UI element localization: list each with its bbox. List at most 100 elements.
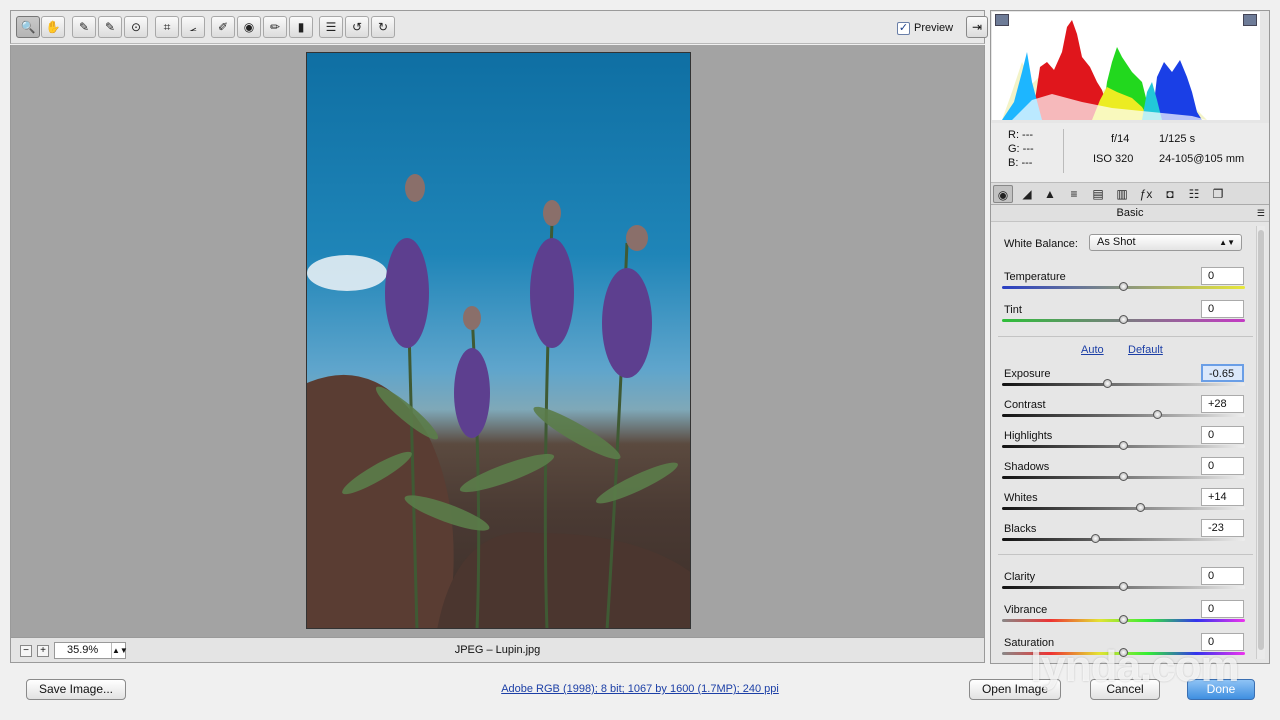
hand-tool[interactable]: ✋ bbox=[41, 16, 65, 38]
highlight-clipping-icon[interactable] bbox=[1243, 14, 1257, 26]
color-sampler-tool-icon: ✎ bbox=[104, 20, 116, 34]
highlights-slider-thumb[interactable] bbox=[1118, 441, 1128, 450]
spot-removal-tool[interactable]: ✐ bbox=[211, 16, 235, 38]
exposure-value-field[interactable]: -0.65 bbox=[1201, 364, 1244, 382]
tint-slider-row: Tint 0 bbox=[991, 300, 1256, 335]
divider-wb bbox=[998, 336, 1253, 337]
default-link[interactable]: Default bbox=[1128, 344, 1163, 356]
blacks-label: Blacks bbox=[1004, 523, 1037, 535]
highlights-label: Highlights bbox=[1004, 430, 1053, 442]
whites-slider-thumb[interactable] bbox=[1135, 503, 1145, 512]
photo-preview bbox=[306, 52, 691, 629]
info-separator bbox=[1063, 129, 1064, 173]
aperture-value: f/14 bbox=[1111, 133, 1130, 145]
exposure-slider-track[interactable] bbox=[1002, 383, 1245, 386]
tab-camera-calibration-icon[interactable]: ◘ bbox=[1160, 185, 1180, 203]
rotate-right-tool[interactable]: ↻ bbox=[371, 16, 395, 38]
contrast-label: Contrast bbox=[1004, 399, 1046, 411]
contrast-slider-track[interactable] bbox=[1002, 414, 1245, 417]
blacks-value-field[interactable]: -23 bbox=[1201, 519, 1244, 537]
shadow-clipping-icon[interactable] bbox=[995, 14, 1009, 26]
vibrance-slider-row: Vibrance 0 bbox=[991, 600, 1256, 635]
clarity-value-field[interactable]: 0 bbox=[1201, 567, 1244, 585]
zoom-tool[interactable]: 🔍 bbox=[16, 16, 40, 38]
clarity-slider-thumb[interactable] bbox=[1118, 582, 1128, 591]
graduated-filter-tool[interactable]: ▮ bbox=[289, 16, 313, 38]
contrast-value-field[interactable]: +28 bbox=[1201, 395, 1244, 413]
status-bar: − + 35.9% ▲▼ JPEG – Lupin.jpg bbox=[10, 637, 985, 663]
tab-hsl-icon[interactable]: ≡ bbox=[1064, 185, 1084, 203]
tint-slider-thumb[interactable] bbox=[1118, 315, 1128, 324]
panel-scrollbar[interactable] bbox=[1256, 226, 1265, 659]
highlights-value-field[interactable]: 0 bbox=[1201, 426, 1244, 444]
vibrance-value-field[interactable]: 0 bbox=[1201, 600, 1244, 618]
vibrance-slider-thumb[interactable] bbox=[1118, 615, 1128, 624]
white-balance-value: As Shot bbox=[1097, 236, 1136, 248]
shadows-value-field[interactable]: 0 bbox=[1201, 457, 1244, 475]
graduated-filter-tool-icon: ▮ bbox=[297, 20, 305, 34]
tab-snapshots-icon[interactable]: ❐ bbox=[1208, 185, 1228, 203]
rgb-r-readout: R: --- bbox=[1008, 129, 1034, 141]
whites-slider-track[interactable] bbox=[1002, 507, 1245, 510]
vibrance-label: Vibrance bbox=[1004, 604, 1048, 616]
red-eye-tool-icon: ◉ bbox=[243, 20, 255, 34]
straighten-tool-icon: ⦟ bbox=[189, 19, 197, 34]
watermark-logo: lynda.com bbox=[1030, 642, 1240, 691]
white-balance-select[interactable]: As Shot ▲▼ bbox=[1089, 234, 1242, 251]
blacks-slider-track[interactable] bbox=[1002, 538, 1245, 541]
preferences-tool[interactable]: ☰ bbox=[319, 16, 343, 38]
targeted-adjustment-tool[interactable]: ⊙ bbox=[124, 16, 148, 38]
blacks-slider-thumb[interactable] bbox=[1090, 534, 1100, 543]
whites-value-field[interactable]: +14 bbox=[1201, 488, 1244, 506]
panel-tabs: ◉ ◢ ▲ ≡ ▤ ▥ ƒx ◘ ☷ ❐ bbox=[991, 183, 1269, 205]
tab-split-toning-icon[interactable]: ▤ bbox=[1088, 185, 1108, 203]
tab-presets-icon[interactable]: ☷ bbox=[1184, 185, 1204, 203]
divider-presence bbox=[998, 554, 1253, 555]
temperature-slider-thumb[interactable] bbox=[1118, 282, 1128, 291]
histogram bbox=[992, 12, 1260, 120]
tab-detail-icon[interactable]: ▲ bbox=[1040, 185, 1060, 203]
clarity-slider-row: Clarity 0 bbox=[991, 567, 1256, 602]
contrast-slider-thumb[interactable] bbox=[1152, 410, 1162, 419]
red-eye-tool[interactable]: ◉ bbox=[237, 16, 261, 38]
color-sampler-tool[interactable]: ✎ bbox=[98, 16, 122, 38]
panel-title-label: Basic bbox=[1116, 207, 1144, 219]
tint-value-field[interactable]: 0 bbox=[1201, 300, 1244, 318]
shadows-slider-thumb[interactable] bbox=[1118, 472, 1128, 481]
tab-tone-curve-icon[interactable]: ◢ bbox=[1017, 185, 1037, 203]
scrollbar-thumb[interactable] bbox=[1258, 230, 1264, 650]
adjustment-brush-tool[interactable]: ✏ bbox=[263, 16, 287, 38]
tab-lens-corrections-icon[interactable]: ▥ bbox=[1112, 185, 1132, 203]
image-canvas[interactable] bbox=[10, 45, 985, 637]
image-info: R: --- G: --- B: --- f/14 1/125 s ISO 32… bbox=[991, 123, 1269, 183]
panel-menu-icon[interactable]: ☰ bbox=[1257, 205, 1265, 222]
rotate-left-tool[interactable]: ↺ bbox=[345, 16, 369, 38]
rgb-g-readout: G: --- bbox=[1008, 143, 1034, 155]
iso-value: ISO 320 bbox=[1093, 153, 1134, 165]
preview-checkbox[interactable]: ✓ bbox=[897, 21, 910, 35]
preview-label: Preview bbox=[914, 22, 954, 34]
whites-label: Whites bbox=[1004, 492, 1038, 504]
straighten-tool[interactable]: ⦟ bbox=[181, 16, 205, 38]
hand-tool-icon: ✋ bbox=[45, 20, 61, 34]
fullscreen-toggle-icon[interactable]: ⇥ bbox=[966, 16, 988, 38]
white-balance-tool-icon: ✎ bbox=[78, 20, 90, 34]
tab-effects-icon[interactable]: ƒx bbox=[1136, 185, 1156, 203]
temperature-slider-row: Temperature 0 bbox=[991, 267, 1256, 302]
crop-tool[interactable]: ⌗ bbox=[155, 16, 179, 38]
panel-title: Basic ☰ bbox=[991, 205, 1269, 222]
zoom-tool-icon: 🔍 bbox=[20, 20, 36, 34]
adjustment-brush-tool-icon: ✏ bbox=[269, 20, 281, 34]
crop-tool-icon: ⌗ bbox=[163, 19, 171, 34]
preview-toggle[interactable]: ✓ Preview bbox=[897, 19, 953, 37]
tab-basic-icon[interactable]: ◉ bbox=[993, 185, 1013, 203]
white-balance-tool[interactable]: ✎ bbox=[72, 16, 96, 38]
rotate-left-tool-icon: ↺ bbox=[351, 20, 363, 34]
exposure-label: Exposure bbox=[1004, 368, 1051, 380]
auto-link[interactable]: Auto bbox=[1081, 344, 1104, 356]
spot-removal-tool-icon: ✐ bbox=[217, 20, 229, 34]
exposure-slider-thumb[interactable] bbox=[1102, 379, 1112, 388]
temperature-value-field[interactable]: 0 bbox=[1201, 267, 1244, 285]
adjustment-panel: R: --- G: --- B: --- f/14 1/125 s ISO 32… bbox=[990, 10, 1270, 664]
rgb-b-readout: B: --- bbox=[1008, 157, 1033, 169]
